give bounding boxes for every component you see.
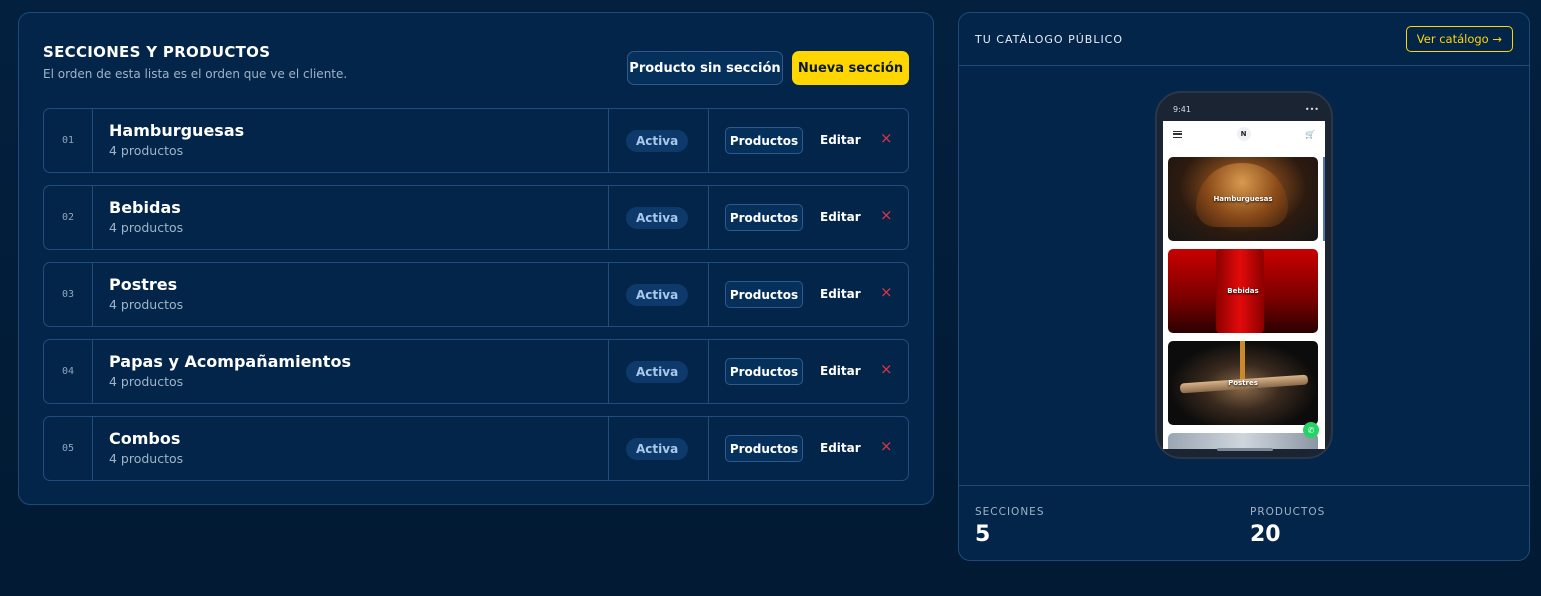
cart-icon: 🛒 — [1305, 129, 1315, 139]
preview-card-label: Hamburguesas — [1213, 195, 1273, 203]
status-badge: Activa — [626, 438, 689, 460]
section-name: Combos — [109, 429, 181, 448]
delete-icon[interactable]: × — [880, 206, 893, 224]
section-product-count: 4 productos — [109, 297, 184, 312]
phone-mockup[interactable]: 9:41 ••• N 🛒 Hamburguesas Bebidas Postre… — [1155, 91, 1333, 459]
section-row-2: 02 Bebidas 4 productos Activa Productos … — [43, 185, 909, 250]
delete-icon[interactable]: × — [880, 283, 893, 301]
preview-card-drinks: Bebidas — [1168, 249, 1318, 333]
delete-icon[interactable]: × — [880, 129, 893, 147]
section-order-number[interactable]: 05 — [44, 417, 93, 480]
store-logo: N — [1236, 127, 1251, 141]
edit-button[interactable]: Editar — [820, 364, 861, 378]
preview-card-partial — [1168, 433, 1318, 449]
edit-button[interactable]: Editar — [820, 210, 861, 224]
section-name: Bebidas — [109, 198, 181, 217]
section-name: Postres — [109, 275, 178, 294]
sections-panel: SECCIONES Y PRODUCTOS El orden de esta l… — [18, 12, 934, 505]
edit-button[interactable]: Editar — [820, 287, 861, 301]
edit-button[interactable]: Editar — [820, 133, 861, 147]
catalog-title: TU CATÁLOGO PÚBLICO — [975, 33, 1124, 46]
divider — [708, 263, 709, 326]
status-badge: Activa — [626, 361, 689, 383]
section-product-count: 4 productos — [109, 374, 184, 389]
section-name: Papas y Acompañamientos — [109, 352, 351, 371]
divider — [608, 186, 609, 249]
phone-screen: N 🛒 Hamburguesas Bebidas Postres ✆ — [1163, 121, 1325, 449]
sections-subtitle: El orden de esta lista es el orden que v… — [43, 67, 348, 81]
products-button[interactable]: Productos — [725, 127, 803, 154]
divider — [608, 340, 609, 403]
status-badge: Activa — [626, 284, 689, 306]
products-button[interactable]: Productos — [725, 204, 803, 231]
section-order-number[interactable]: 02 — [44, 186, 93, 249]
preview-card-label: Postres — [1228, 379, 1258, 387]
divider — [708, 186, 709, 249]
section-order-number[interactable]: 04 — [44, 340, 93, 403]
preview-card-desserts: Postres — [1168, 341, 1318, 425]
hamburger-menu-icon — [1173, 130, 1182, 138]
preview-card-label: Bebidas — [1227, 287, 1259, 295]
product-without-section-button[interactable]: Producto sin sección — [627, 51, 783, 85]
edit-button[interactable]: Editar — [820, 441, 861, 455]
products-stat-value: 20 — [1250, 522, 1281, 547]
products-button[interactable]: Productos — [725, 281, 803, 308]
status-badge: Activa — [626, 130, 689, 152]
divider — [708, 417, 709, 480]
divider — [708, 340, 709, 403]
section-product-count: 4 productos — [109, 451, 184, 466]
delete-icon[interactable]: × — [880, 437, 893, 455]
products-button[interactable]: Productos — [725, 358, 803, 385]
view-catalog-button[interactable]: Ver catálogo → — [1405, 26, 1513, 52]
caramel-drip-image — [1240, 341, 1245, 381]
section-row-3: 03 Postres 4 productos Activa Productos … — [43, 262, 909, 327]
catalog-header: TU CATÁLOGO PÚBLICO Ver catálogo → — [959, 13, 1529, 66]
preview-card-burgers: Hamburguesas — [1168, 157, 1318, 241]
catalog-stats: SECCIONES 5 PRODUCTOS 20 — [959, 485, 1529, 560]
section-row-4: 04 Papas y Acompañamientos 4 productos A… — [43, 339, 909, 404]
new-section-button[interactable]: Nueva sección — [792, 51, 909, 85]
divider — [608, 417, 609, 480]
phone-signal-icon: ••• — [1304, 105, 1319, 114]
status-badge: Activa — [626, 207, 689, 229]
sections-title: SECCIONES Y PRODUCTOS — [43, 43, 271, 61]
delete-icon[interactable]: × — [880, 360, 893, 378]
section-order-number[interactable]: 01 — [44, 109, 93, 172]
section-row-1: 01 Hamburguesas 4 productos Activa Produ… — [43, 108, 909, 173]
products-stat-label: PRODUCTOS — [1250, 506, 1326, 518]
section-row-5: 05 Combos 4 productos Activa Productos E… — [43, 416, 909, 481]
app-bar: N 🛒 — [1163, 121, 1325, 147]
scrollbar — [1323, 157, 1325, 241]
section-product-count: 4 productos — [109, 220, 184, 235]
sections-stat-label: SECCIONES — [975, 506, 1045, 518]
catalog-panel: TU CATÁLOGO PÚBLICO Ver catálogo → 9:41 … — [958, 12, 1530, 561]
products-button[interactable]: Productos — [725, 435, 803, 462]
catalog-preview: 9:41 ••• N 🛒 Hamburguesas Bebidas Postre… — [959, 67, 1529, 485]
divider — [708, 109, 709, 172]
sections-stat-value: 5 — [975, 522, 991, 547]
section-name: Hamburguesas — [109, 121, 245, 140]
phone-time: 9:41 — [1173, 105, 1191, 114]
home-indicator — [1217, 448, 1273, 451]
sections-list: 01 Hamburguesas 4 productos Activa Produ… — [43, 108, 909, 493]
section-product-count: 4 productos — [109, 143, 184, 158]
divider — [608, 263, 609, 326]
phone-status-bar: 9:41 ••• — [1173, 105, 1319, 114]
whatsapp-icon: ✆ — [1303, 422, 1319, 438]
divider — [608, 109, 609, 172]
section-order-number[interactable]: 03 — [44, 263, 93, 326]
